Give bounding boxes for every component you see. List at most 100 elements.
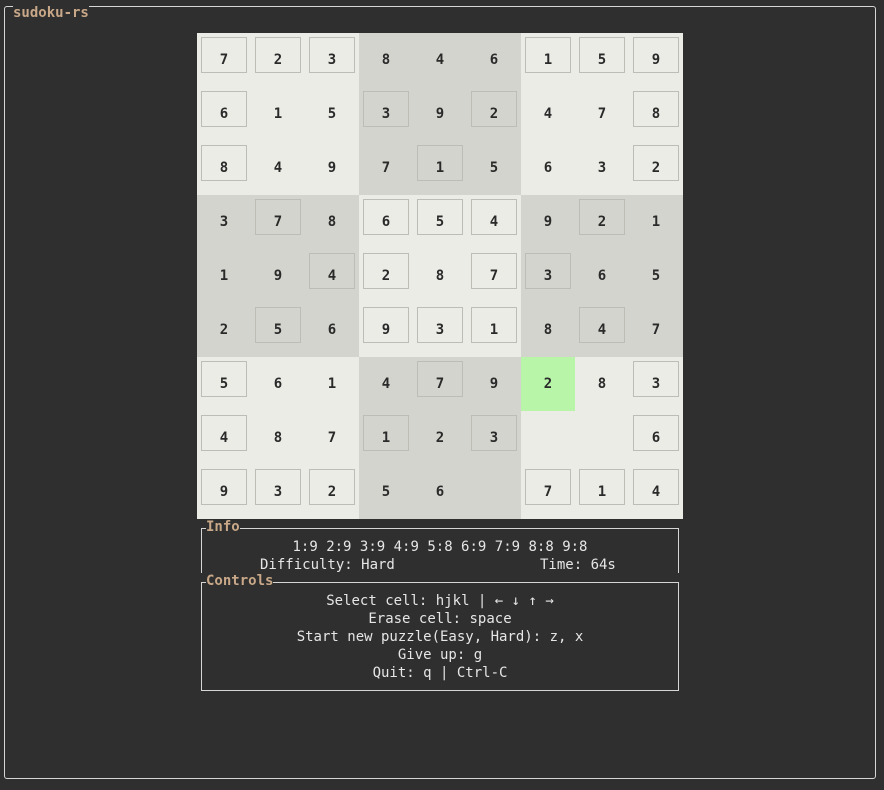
sudoku-cell[interactable]: 1 xyxy=(359,411,413,465)
sudoku-cell[interactable]: 6 xyxy=(197,87,251,141)
sudoku-cell[interactable]: 3 xyxy=(251,465,305,519)
sudoku-cell[interactable]: 7 xyxy=(629,303,683,357)
sudoku-cell[interactable]: 1 xyxy=(575,465,629,519)
sudoku-cell[interactable]: 4 xyxy=(629,465,683,519)
sudoku-cell-selected[interactable]: 2 xyxy=(521,357,575,411)
sudoku-cell[interactable]: 8 xyxy=(413,249,467,303)
sudoku-cell[interactable]: 1 xyxy=(305,357,359,411)
sudoku-cell[interactable]: 4 xyxy=(197,411,251,465)
sudoku-cell[interactable]: 1 xyxy=(251,87,305,141)
sudoku-cell[interactable]: 7 xyxy=(575,87,629,141)
sudoku-cell[interactable]: 6 xyxy=(251,357,305,411)
sudoku-cell[interactable] xyxy=(467,465,521,519)
cell-value: 2 xyxy=(435,430,445,446)
sudoku-cell[interactable]: 1 xyxy=(521,33,575,87)
sudoku-cell[interactable]: 3 xyxy=(575,141,629,195)
cell-value: 4 xyxy=(651,484,661,500)
cell-value: 4 xyxy=(327,268,337,284)
cell-value: 5 xyxy=(219,376,229,392)
sudoku-cell[interactable]: 9 xyxy=(521,195,575,249)
sudoku-cell[interactable]: 9 xyxy=(467,357,521,411)
sudoku-cell[interactable]: 3 xyxy=(521,249,575,303)
sudoku-cell[interactable] xyxy=(575,411,629,465)
cell-value: 7 xyxy=(327,430,337,446)
sudoku-cell[interactable]: 5 xyxy=(197,357,251,411)
cell-value: 1 xyxy=(651,214,661,230)
sudoku-cell[interactable]: 1 xyxy=(467,303,521,357)
sudoku-cell[interactable]: 2 xyxy=(629,141,683,195)
sudoku-cell[interactable]: 4 xyxy=(575,303,629,357)
sudoku-cell[interactable]: 3 xyxy=(197,195,251,249)
cell-value: 8 xyxy=(543,322,553,338)
sudoku-cell[interactable]: 9 xyxy=(359,303,413,357)
sudoku-cell[interactable]: 5 xyxy=(305,87,359,141)
sudoku-cell[interactable]: 7 xyxy=(251,195,305,249)
cell-value: 7 xyxy=(381,160,391,176)
cell-value: 9 xyxy=(651,52,661,68)
sudoku-cell[interactable]: 7 xyxy=(305,411,359,465)
cell-value: 6 xyxy=(273,376,283,392)
sudoku-cell[interactable]: 5 xyxy=(629,249,683,303)
sudoku-cell[interactable]: 9 xyxy=(251,249,305,303)
sudoku-cell[interactable]: 9 xyxy=(413,87,467,141)
sudoku-cell[interactable]: 6 xyxy=(413,465,467,519)
sudoku-cell[interactable]: 1 xyxy=(413,141,467,195)
sudoku-board[interactable]: 7 2 3 8 4 6 1 5 9 6 1 5 3 9 2 4 7 8 8 4 9 7 1 5 6 3 2 3 7 8 6 5 4 9 2 1 1 9 4 2… xyxy=(197,33,683,519)
cell-value: 1 xyxy=(435,160,445,176)
sudoku-cell[interactable]: 3 xyxy=(359,87,413,141)
sudoku-cell[interactable]: 2 xyxy=(359,249,413,303)
sudoku-cell[interactable]: 8 xyxy=(305,195,359,249)
sudoku-cell[interactable]: 8 xyxy=(359,33,413,87)
sudoku-cell[interactable]: 6 xyxy=(575,249,629,303)
sudoku-cell[interactable]: 5 xyxy=(467,141,521,195)
sudoku-cell[interactable]: 8 xyxy=(629,87,683,141)
sudoku-cell[interactable]: 4 xyxy=(251,141,305,195)
sudoku-cell[interactable]: 7 xyxy=(521,465,575,519)
cell-value: 4 xyxy=(597,322,607,338)
sudoku-cell[interactable]: 1 xyxy=(197,249,251,303)
sudoku-cell[interactable]: 4 xyxy=(359,357,413,411)
sudoku-cell[interactable]: 5 xyxy=(251,303,305,357)
sudoku-cell[interactable]: 6 xyxy=(521,141,575,195)
sudoku-cell[interactable]: 9 xyxy=(197,465,251,519)
sudoku-cell[interactable]: 2 xyxy=(413,411,467,465)
cell-value: 8 xyxy=(651,106,661,122)
sudoku-cell[interactable]: 5 xyxy=(575,33,629,87)
sudoku-cell[interactable]: 9 xyxy=(305,141,359,195)
sudoku-cell[interactable]: 2 xyxy=(575,195,629,249)
sudoku-cell[interactable]: 4 xyxy=(521,87,575,141)
sudoku-cell[interactable]: 8 xyxy=(521,303,575,357)
sudoku-cell[interactable]: 4 xyxy=(467,195,521,249)
cell-value: 6 xyxy=(489,52,499,68)
sudoku-cell[interactable]: 4 xyxy=(305,249,359,303)
sudoku-cell[interactable]: 8 xyxy=(197,141,251,195)
sudoku-cell[interactable]: 8 xyxy=(575,357,629,411)
sudoku-cell[interactable]: 7 xyxy=(197,33,251,87)
sudoku-cell[interactable]: 6 xyxy=(305,303,359,357)
sudoku-cell[interactable]: 7 xyxy=(467,249,521,303)
sudoku-cell[interactable]: 5 xyxy=(413,195,467,249)
sudoku-cell[interactable]: 2 xyxy=(305,465,359,519)
sudoku-cell[interactable]: 2 xyxy=(467,87,521,141)
sudoku-cell[interactable] xyxy=(521,411,575,465)
sudoku-cell[interactable]: 6 xyxy=(629,411,683,465)
sudoku-cell[interactable]: 3 xyxy=(413,303,467,357)
sudoku-cell[interactable]: 4 xyxy=(413,33,467,87)
sudoku-cell[interactable]: 6 xyxy=(359,195,413,249)
sudoku-cell[interactable]: 1 xyxy=(629,195,683,249)
sudoku-cell[interactable]: 5 xyxy=(359,465,413,519)
sudoku-cell[interactable]: 9 xyxy=(629,33,683,87)
sudoku-cell[interactable]: 6 xyxy=(467,33,521,87)
sudoku-cell[interactable]: 3 xyxy=(629,357,683,411)
cell-value: 7 xyxy=(219,52,229,68)
sudoku-cell[interactable]: 7 xyxy=(359,141,413,195)
sudoku-cell[interactable]: 7 xyxy=(413,357,467,411)
sudoku-cell[interactable]: 2 xyxy=(251,33,305,87)
sudoku-cell[interactable]: 8 xyxy=(251,411,305,465)
sudoku-cell[interactable]: 3 xyxy=(305,33,359,87)
sudoku-cell[interactable]: 2 xyxy=(197,303,251,357)
cell-value: 7 xyxy=(651,322,661,338)
cell-value: 2 xyxy=(381,268,391,284)
sudoku-cell[interactable]: 3 xyxy=(467,411,521,465)
cell-value: 8 xyxy=(597,376,607,392)
